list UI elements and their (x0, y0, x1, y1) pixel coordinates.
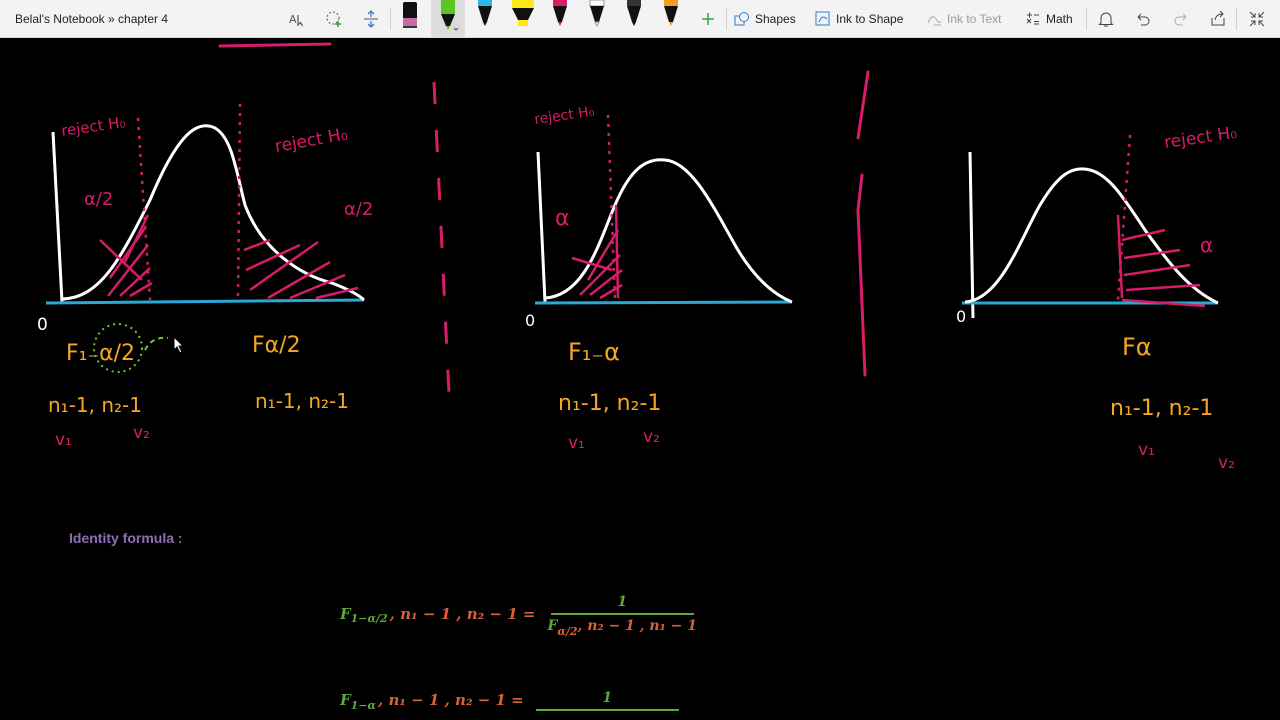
graph-1-crit-right: Fα/2 (252, 333, 301, 358)
formula-1-denominator: Fα/2, n₂ − 1 , n₁ − 1 (547, 615, 697, 638)
graph-1-two-tailed: reject H₀ reject H₀ α/2 α/2 0 F₁₋α/2 Fα/… (37, 103, 373, 450)
formula-2-fraction: 1 (535, 690, 679, 711)
graph-2-v1: v₁ (568, 433, 585, 453)
graph-1-reject-left: reject H₀ (60, 113, 127, 140)
graph-1-df-left: n₁-1, n₂-1 (48, 393, 142, 417)
graph-3-v1: v₁ (1138, 440, 1155, 460)
graph-2-left-tailed: reject H₀ α 0 F₁₋α n₁-1, n₂-1 v₁ v₂ (525, 104, 793, 453)
fraction-bar (535, 709, 679, 711)
graph-1-crit-left: F₁₋α/2 (66, 341, 135, 366)
graph-1-df-right: n₁-1, n₂-1 (255, 389, 349, 413)
formula-1-den-df: , n₂ − 1 , n₁ − 1 (577, 617, 697, 634)
graph-2-origin: 0 (525, 311, 535, 330)
note-canvas[interactable]: reject H₀ reject H₀ α/2 α/2 0 F₁₋α/2 Fα/… (0, 38, 1280, 720)
identity-formula-heading: Identity formula : (69, 530, 183, 546)
formula-1-lhs-f: F (340, 604, 351, 623)
graph-2-df: n₁-1, n₂-1 (558, 391, 661, 416)
graph-1-reject-right: reject H₀ (273, 124, 349, 156)
formula-1-fraction: 1 Fα/2, n₂ − 1 , n₁ − 1 (547, 594, 697, 638)
identity-formula-2: F 1−α , n₁ − 1 , n₂ − 1 = 1 (340, 690, 679, 712)
graph-1-origin: 0 (37, 315, 48, 335)
graph-1-v1: v₁ (55, 430, 72, 450)
graph-3-crit: Fα (1122, 333, 1152, 361)
formula-1-lhs-sub: 1−α/2 (350, 612, 388, 626)
graph-1-curve (61, 124, 366, 302)
graph-1-y-axis (51, 131, 64, 303)
divider-1 (432, 81, 452, 416)
formula-1-den-f: F (547, 617, 558, 634)
graph-1-v2: v₂ (133, 423, 150, 443)
graph-2-crit: F₁₋α (568, 338, 620, 366)
graph-3-right-tailed: reject H₀ α 0 Fα n₁-1, n₂-1 v₁ v₂ (956, 123, 1238, 473)
formula-1-lhs-df: , n₁ − 1 , n₂ − 1 = (389, 604, 536, 623)
graph-2-alpha: α (555, 206, 570, 231)
divider-2 (856, 70, 870, 377)
graph-3-reject: reject H₀ (1163, 123, 1239, 153)
graph-3-df: n₁-1, n₂-1 (1110, 396, 1213, 421)
graph-1-x-axis (45, 298, 365, 305)
graph-2-reject: reject H₀ (533, 104, 595, 128)
graph-2-v2: v₂ (643, 427, 660, 447)
formula-2-lhs-df: , n₁ − 1 , n₂ − 1 = (378, 691, 524, 710)
mouse-cursor-icon (173, 336, 185, 354)
graph-3-origin: 0 (956, 307, 966, 326)
formula-1-numerator: 1 (617, 594, 628, 610)
graph-3-alpha: α (1200, 233, 1213, 257)
formula-2-numerator: 1 (602, 690, 613, 706)
identity-formula-1: F 1−α/2 , n₁ − 1 , n₂ − 1 = 1 Fα/2, n₂ −… (340, 594, 697, 638)
formula-2-lhs-sub: 1−α (350, 698, 376, 712)
graph-1-alpha-left: α/2 (84, 189, 113, 210)
graph-1-alpha-right: α/2 (344, 199, 373, 220)
graph-3-v2: v₂ (1218, 453, 1235, 473)
formula-2-lhs-f: F (340, 691, 351, 710)
formula-1-den-sub: α/2 (557, 624, 578, 638)
